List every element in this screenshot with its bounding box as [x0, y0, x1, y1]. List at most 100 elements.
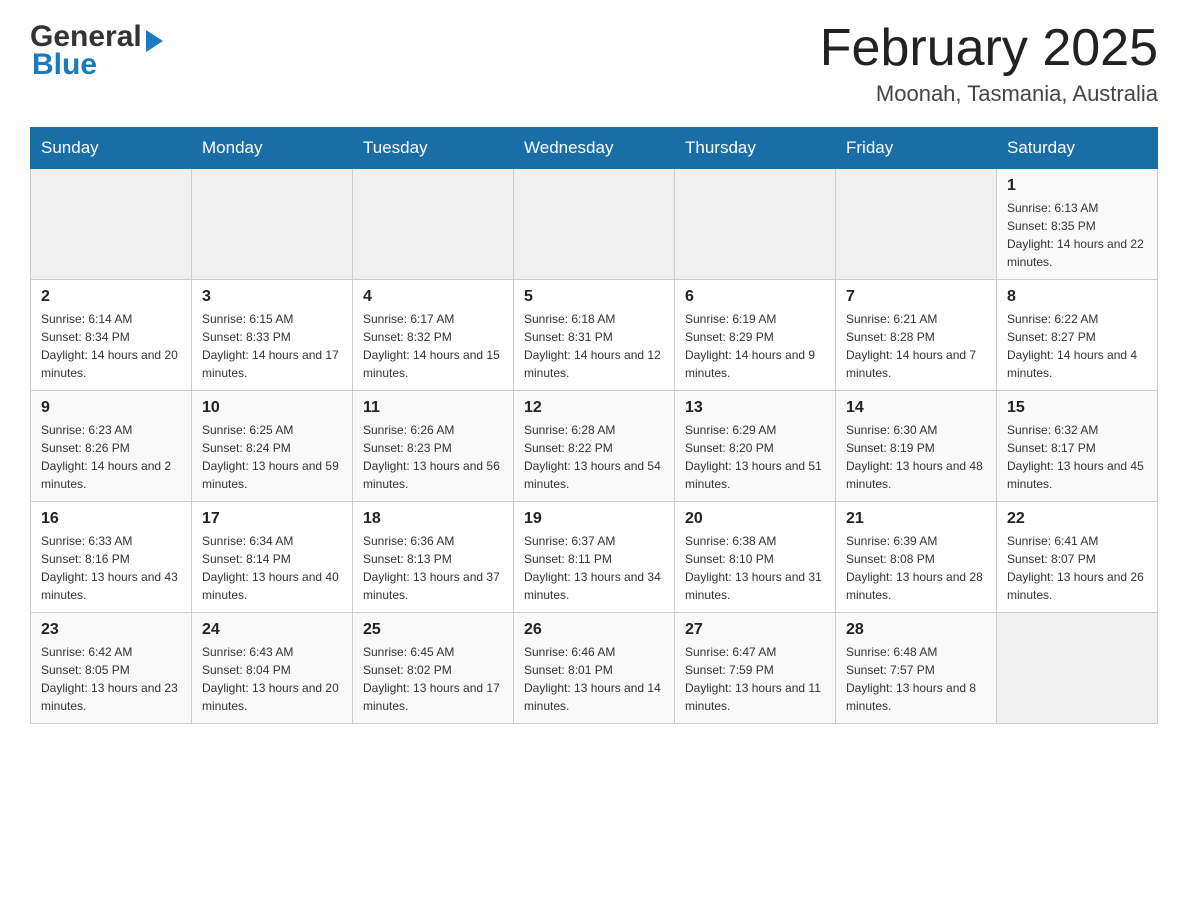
calendar-cell: 18 Sunrise: 6:36 AMSunset: 8:13 PMDayligh…: [353, 502, 514, 613]
day-info: Sunrise: 6:21 AMSunset: 8:28 PMDaylight:…: [846, 310, 986, 382]
calendar-cell: 4 Sunrise: 6:17 AMSunset: 8:32 PMDaylight…: [353, 280, 514, 391]
calendar-cell: 14 Sunrise: 6:30 AMSunset: 8:19 PMDayligh…: [836, 391, 997, 502]
day-info: Sunrise: 6:33 AMSunset: 8:16 PMDaylight:…: [41, 532, 181, 604]
day-info: Sunrise: 6:45 AMSunset: 8:02 PMDaylight:…: [363, 643, 503, 715]
col-monday: Monday: [192, 128, 353, 169]
day-number: 10: [202, 399, 342, 417]
day-number: 9: [41, 399, 181, 417]
day-number: 14: [846, 399, 986, 417]
day-info: Sunrise: 6:42 AMSunset: 8:05 PMDaylight:…: [41, 643, 181, 715]
calendar-week-5: 23Sunrise: 6:42 AMSunset: 8:05 PMDayligh…: [31, 613, 1158, 724]
page-title: February 2025: [820, 20, 1158, 77]
calendar-cell: 11Sunrise: 6:26 AMSunset: 8:23 PMDayligh…: [353, 391, 514, 502]
day-info: Sunrise: 6:37 AMSunset: 8:11 PMDaylight:…: [524, 532, 664, 604]
col-sunday: Sunday: [31, 128, 192, 169]
calendar-week-4: 16 Sunrise: 6:33 AMSunset: 8:16 PMDayligh…: [31, 502, 1158, 613]
day-info: Sunrise: 6:15 AMSunset: 8:33 PMDaylight:…: [202, 310, 342, 382]
day-info: Sunrise: 6:47 AMSunset: 7:59 PMDaylight:…: [685, 643, 825, 715]
calendar-cell: 23Sunrise: 6:42 AMSunset: 8:05 PMDayligh…: [31, 613, 192, 724]
day-info: Sunrise: 6:36 AMSunset: 8:13 PMDaylight:…: [363, 532, 503, 604]
calendar-cell: 28 Sunrise: 6:48 AMSunset: 7:57 PMDayligh…: [836, 613, 997, 724]
day-info: Sunrise: 6:39 AMSunset: 8:08 PMDaylight:…: [846, 532, 986, 604]
day-number: 22: [1007, 510, 1147, 528]
calendar-cell: 20 Sunrise: 6:38 AMSunset: 8:10 PMDayligh…: [675, 502, 836, 613]
calendar-cell: 12 Sunrise: 6:28 AMSunset: 8:22 PMDayligh…: [514, 391, 675, 502]
day-number: 4: [363, 288, 503, 306]
day-info: Sunrise: 6:28 AMSunset: 8:22 PMDaylight:…: [524, 421, 664, 493]
calendar-cell: 16 Sunrise: 6:33 AMSunset: 8:16 PMDayligh…: [31, 502, 192, 613]
col-thursday: Thursday: [675, 128, 836, 169]
day-number: 8: [1007, 288, 1147, 306]
day-number: 24: [202, 621, 342, 639]
calendar-cell: [353, 169, 514, 280]
page-subtitle: Moonah, Tasmania, Australia: [820, 81, 1158, 107]
day-number: 16: [41, 510, 181, 528]
calendar-cell: 1 Sunrise: 6:13 AMSunset: 8:35 PMDaylight…: [997, 169, 1158, 280]
calendar-cell: [514, 169, 675, 280]
calendar-cell: 19 Sunrise: 6:37 AMSunset: 8:11 PMDayligh…: [514, 502, 675, 613]
day-info: Sunrise: 6:14 AMSunset: 8:34 PMDaylight:…: [41, 310, 181, 382]
calendar-cell: 24 Sunrise: 6:43 AMSunset: 8:04 PMDayligh…: [192, 613, 353, 724]
calendar-cell: [675, 169, 836, 280]
page-header: General Blue February 2025 Moonah, Tasma…: [30, 20, 1158, 107]
calendar-cell: 27 Sunrise: 6:47 AMSunset: 7:59 PMDayligh…: [675, 613, 836, 724]
calendar-week-2: 2 Sunrise: 6:14 AMSunset: 8:34 PMDaylight…: [31, 280, 1158, 391]
calendar-cell: [997, 613, 1158, 724]
logo: General Blue: [30, 20, 163, 82]
day-info: Sunrise: 6:29 AMSunset: 8:20 PMDaylight:…: [685, 421, 825, 493]
calendar-cell: 2 Sunrise: 6:14 AMSunset: 8:34 PMDaylight…: [31, 280, 192, 391]
day-number: 7: [846, 288, 986, 306]
day-number: 15: [1007, 399, 1147, 417]
col-tuesday: Tuesday: [353, 128, 514, 169]
day-info: Sunrise: 6:25 AMSunset: 8:24 PMDaylight:…: [202, 421, 342, 493]
day-info: Sunrise: 6:48 AMSunset: 7:57 PMDaylight:…: [846, 643, 986, 715]
calendar-cell: 17Sunrise: 6:34 AMSunset: 8:14 PMDayligh…: [192, 502, 353, 613]
calendar-cell: 10 Sunrise: 6:25 AMSunset: 8:24 PMDayligh…: [192, 391, 353, 502]
day-number: 12: [524, 399, 664, 417]
calendar-cell: [836, 169, 997, 280]
calendar-cell: 8Sunrise: 6:22 AMSunset: 8:27 PMDaylight…: [997, 280, 1158, 391]
calendar-week-3: 9Sunrise: 6:23 AMSunset: 8:26 PMDaylight…: [31, 391, 1158, 502]
day-info: Sunrise: 6:38 AMSunset: 8:10 PMDaylight:…: [685, 532, 825, 604]
calendar-cell: 13 Sunrise: 6:29 AMSunset: 8:20 PMDayligh…: [675, 391, 836, 502]
day-info: Sunrise: 6:19 AMSunset: 8:29 PMDaylight:…: [685, 310, 825, 382]
col-wednesday: Wednesday: [514, 128, 675, 169]
day-info: Sunrise: 6:41 AMSunset: 8:07 PMDaylight:…: [1007, 532, 1147, 604]
calendar-week-1: 1 Sunrise: 6:13 AMSunset: 8:35 PMDaylight…: [31, 169, 1158, 280]
day-number: 2: [41, 288, 181, 306]
calendar-cell: [31, 169, 192, 280]
logo-blue-text: Blue: [32, 48, 163, 82]
calendar-cell: 7 Sunrise: 6:21 AMSunset: 8:28 PMDaylight…: [836, 280, 997, 391]
calendar-cell: 22 Sunrise: 6:41 AMSunset: 8:07 PMDayligh…: [997, 502, 1158, 613]
calendar-cell: 26 Sunrise: 6:46 AMSunset: 8:01 PMDayligh…: [514, 613, 675, 724]
day-number: 6: [685, 288, 825, 306]
calendar-table: Sunday Monday Tuesday Wednesday Thursday…: [30, 127, 1158, 724]
day-number: 18: [363, 510, 503, 528]
col-saturday: Saturday: [997, 128, 1158, 169]
day-info: Sunrise: 6:26 AMSunset: 8:23 PMDaylight:…: [363, 421, 503, 493]
calendar-cell: 3Sunrise: 6:15 AMSunset: 8:33 PMDaylight…: [192, 280, 353, 391]
title-block: February 2025 Moonah, Tasmania, Australi…: [820, 20, 1158, 107]
day-info: Sunrise: 6:34 AMSunset: 8:14 PMDaylight:…: [202, 532, 342, 604]
calendar-cell: 25Sunrise: 6:45 AMSunset: 8:02 PMDayligh…: [353, 613, 514, 724]
calendar-cell: 6 Sunrise: 6:19 AMSunset: 8:29 PMDaylight…: [675, 280, 836, 391]
day-info: Sunrise: 6:18 AMSunset: 8:31 PMDaylight:…: [524, 310, 664, 382]
calendar-cell: 15 Sunrise: 6:32 AMSunset: 8:17 PMDayligh…: [997, 391, 1158, 502]
calendar-cell: 5Sunrise: 6:18 AMSunset: 8:31 PMDaylight…: [514, 280, 675, 391]
day-info: Sunrise: 6:13 AMSunset: 8:35 PMDaylight:…: [1007, 199, 1147, 271]
day-number: 19: [524, 510, 664, 528]
day-number: 20: [685, 510, 825, 528]
day-info: Sunrise: 6:43 AMSunset: 8:04 PMDaylight:…: [202, 643, 342, 715]
day-info: Sunrise: 6:46 AMSunset: 8:01 PMDaylight:…: [524, 643, 664, 715]
day-info: Sunrise: 6:17 AMSunset: 8:32 PMDaylight:…: [363, 310, 503, 382]
day-number: 28: [846, 621, 986, 639]
day-number: 26: [524, 621, 664, 639]
day-number: 27: [685, 621, 825, 639]
day-number: 1: [1007, 177, 1147, 195]
day-info: Sunrise: 6:32 AMSunset: 8:17 PMDaylight:…: [1007, 421, 1147, 493]
calendar-cell: [192, 169, 353, 280]
day-number: 13: [685, 399, 825, 417]
day-info: Sunrise: 6:30 AMSunset: 8:19 PMDaylight:…: [846, 421, 986, 493]
calendar-cell: 9Sunrise: 6:23 AMSunset: 8:26 PMDaylight…: [31, 391, 192, 502]
calendar-header-row: Sunday Monday Tuesday Wednesday Thursday…: [31, 128, 1158, 169]
